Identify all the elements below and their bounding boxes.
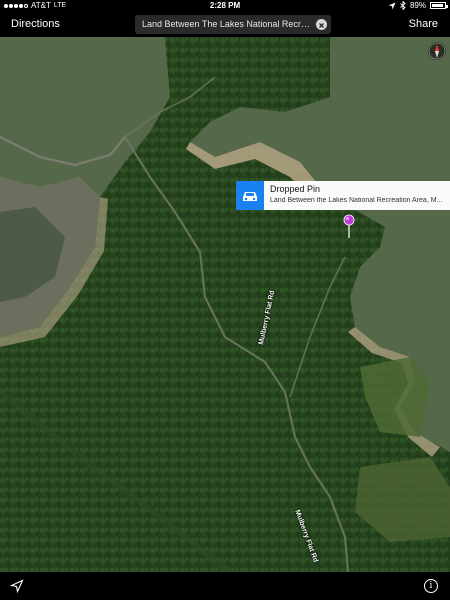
info-icon: i — [429, 581, 433, 591]
battery-icon — [430, 2, 448, 9]
nav-bar: Directions Land Between The Lakes Nation… — [0, 13, 450, 37]
battery-percent: 89% — [409, 1, 426, 10]
bluetooth-icon — [400, 1, 406, 10]
close-icon — [319, 23, 324, 28]
satellite-imagery — [0, 37, 450, 572]
dropped-pin-marker[interactable] — [343, 214, 355, 238]
clear-icon[interactable] — [316, 19, 327, 30]
search-field[interactable]: Land Between The Lakes National Recreati… — [135, 15, 331, 34]
compass-needle-icon — [428, 42, 446, 60]
callout-subtitle: Land Between the Lakes National Recreati… — [270, 197, 443, 204]
callout-title: Dropped Pin — [270, 184, 321, 194]
info-button[interactable]: i — [424, 579, 438, 593]
share-button[interactable]: Share — [409, 18, 438, 30]
directions-button[interactable]: Directions — [11, 18, 60, 30]
bottom-toolbar: i — [0, 572, 450, 600]
compass-icon[interactable] — [428, 42, 446, 60]
location-arrow-button[interactable] — [9, 579, 24, 594]
battery-fill — [432, 4, 443, 7]
status-bar: AT&T LTE 2:28 PM 89% — [0, 0, 450, 13]
dropped-pin-callout[interactable]: Dropped Pin Land Between the Lakes Natio… — [236, 181, 450, 210]
pin-icon — [343, 214, 355, 238]
satellite-map[interactable]: Mulberry Flat Rd Mulberry Flat Rd — [0, 37, 450, 572]
location-services-icon — [388, 2, 396, 9]
car-icon — [243, 192, 257, 201]
status-time: 2:28 PM — [209, 1, 241, 10]
status-right: 89% — [388, 1, 448, 10]
drive-directions-button[interactable] — [236, 181, 264, 210]
search-field-text: Land Between The Lakes National Recreati… — [142, 19, 328, 29]
location-arrow-icon — [9, 579, 24, 594]
